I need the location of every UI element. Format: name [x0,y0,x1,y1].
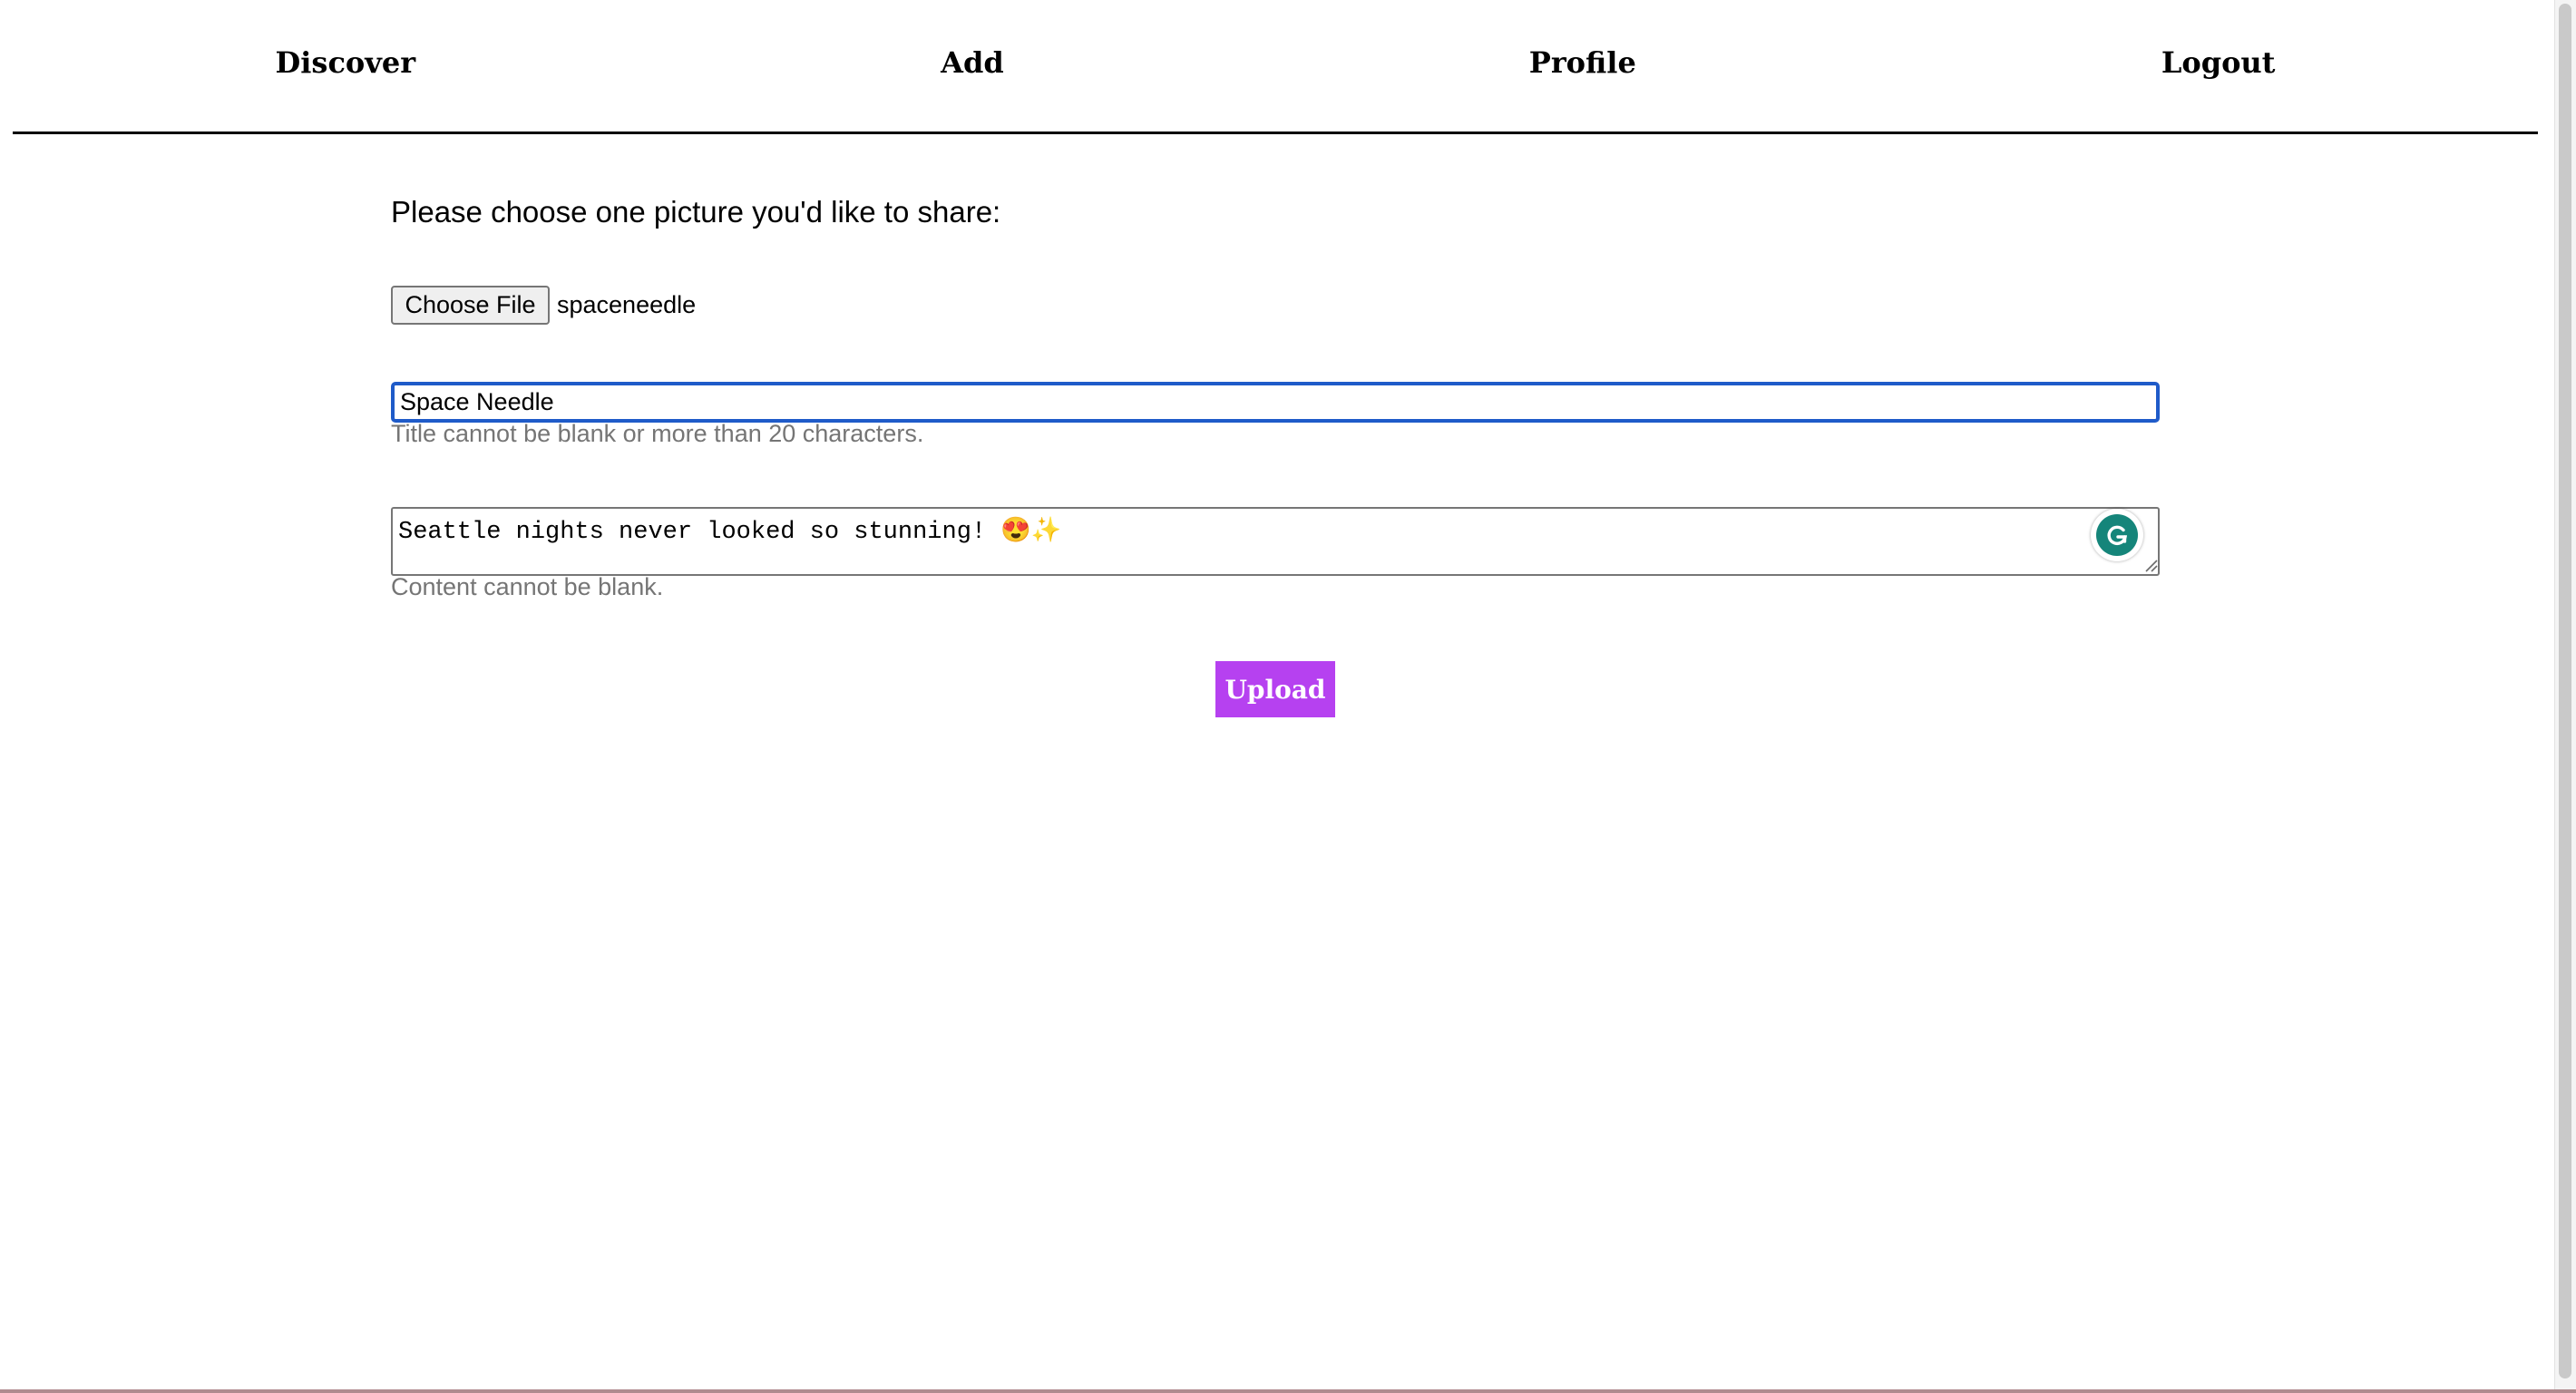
nav-discover[interactable]: Discover [265,38,427,87]
content-textarea[interactable]: Seattle nights never looked so stunning!… [391,507,2160,576]
title-input[interactable] [391,382,2160,423]
nav-profile[interactable]: Profile [1518,38,1647,87]
nav-add[interactable]: Add [930,38,1015,87]
choose-file-button[interactable]: Choose File [391,286,550,325]
form-prompt: Please choose one picture you'd like to … [391,195,1001,229]
content-hint: Content cannot be blank. [391,573,664,600]
upload-button[interactable]: Upload [1215,661,1335,717]
top-navigation: Discover Add Profile Logout [13,0,2538,134]
nav-logout[interactable]: Logout [2151,38,2287,87]
scrollbar-thumb[interactable] [2559,4,2571,1378]
window-bottom-border [0,1389,2576,1393]
vertical-scrollbar[interactable] [2554,0,2576,1389]
grammarly-g-icon [2096,514,2138,556]
selected-file-name: spaceneedle [557,291,697,318]
resize-grip-icon[interactable] [2143,558,2158,572]
grammarly-button[interactable] [2091,509,2143,561]
file-picker: Choose File spaceneedle [391,286,696,325]
title-hint: Title cannot be blank or more than 20 ch… [391,420,924,447]
